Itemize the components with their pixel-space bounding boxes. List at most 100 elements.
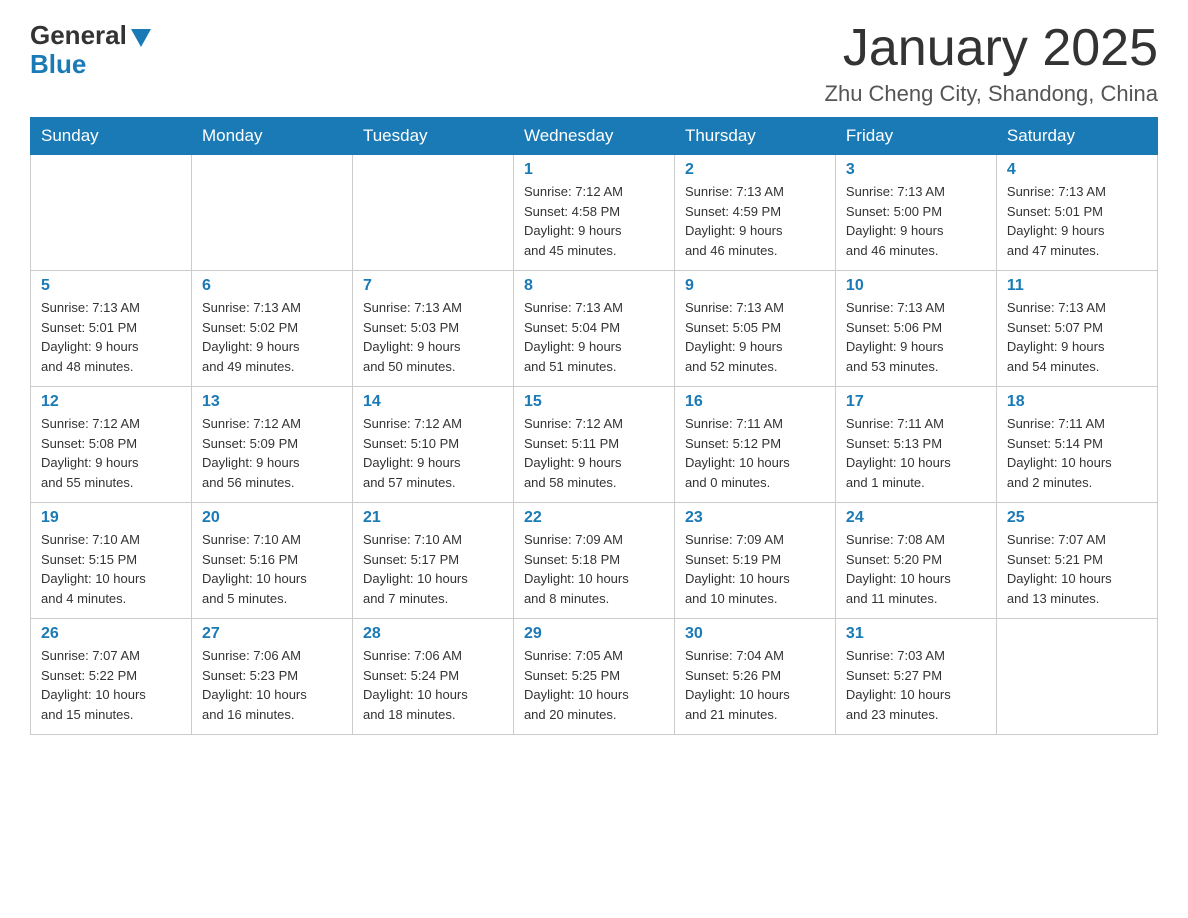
calendar-cell: 30 Sunrise: 7:04 AM Sunset: 5:26 PM Dayli… <box>674 619 835 735</box>
day-info: Sunrise: 7:10 AM Sunset: 5:15 PM Dayligh… <box>41 530 181 608</box>
weekday-header-tuesday: Tuesday <box>352 118 513 155</box>
calendar-table: SundayMondayTuesdayWednesdayThursdayFrid… <box>30 117 1158 735</box>
calendar-cell <box>31 155 192 271</box>
weekday-header-saturday: Saturday <box>996 118 1157 155</box>
day-info: Sunrise: 7:13 AM Sunset: 5:07 PM Dayligh… <box>1007 298 1147 376</box>
day-number: 8 <box>524 277 664 295</box>
day-info: Sunrise: 7:12 AM Sunset: 5:10 PM Dayligh… <box>363 414 503 492</box>
calendar-cell: 24Sunrise: 7:08 AM Sunset: 5:20 PM Dayli… <box>835 503 996 619</box>
day-info: Sunrise: 7:13 AM Sunset: 5:03 PM Dayligh… <box>363 298 503 376</box>
logo-arrow-icon <box>131 29 151 47</box>
day-number: 24 <box>846 509 986 527</box>
day-number: 30 <box>685 625 825 643</box>
day-number: 12 <box>41 393 181 411</box>
day-number: 5 <box>41 277 181 295</box>
day-number: 6 <box>202 277 342 295</box>
day-info: Sunrise: 7:12 AM Sunset: 5:11 PM Dayligh… <box>524 414 664 492</box>
day-info: Sunrise: 7:13 AM Sunset: 5:06 PM Dayligh… <box>846 298 986 376</box>
day-number: 29 <box>524 625 664 643</box>
day-info: Sunrise: 7:11 AM Sunset: 5:12 PM Dayligh… <box>685 414 825 492</box>
day-number: 9 <box>685 277 825 295</box>
day-number: 10 <box>846 277 986 295</box>
day-info: Sunrise: 7:06 AM Sunset: 5:23 PM Dayligh… <box>202 646 342 724</box>
day-number: 28 <box>363 625 503 643</box>
day-info: Sunrise: 7:13 AM Sunset: 5:01 PM Dayligh… <box>1007 182 1147 260</box>
location-title: Zhu Cheng City, Shandong, China <box>825 81 1158 107</box>
day-number: 27 <box>202 625 342 643</box>
day-number: 25 <box>1007 509 1147 527</box>
calendar-cell <box>352 155 513 271</box>
logo-blue-text: Blue <box>30 49 86 80</box>
day-info: Sunrise: 7:05 AM Sunset: 5:25 PM Dayligh… <box>524 646 664 724</box>
calendar-cell: 2 Sunrise: 7:13 AM Sunset: 4:59 PM Daylig… <box>674 155 835 271</box>
page-header: General Blue January 2025 Zhu Cheng City… <box>30 20 1158 107</box>
month-title: January 2025 <box>825 20 1158 77</box>
calendar-cell: 29 Sunrise: 7:05 AM Sunset: 5:25 PM Dayli… <box>513 619 674 735</box>
day-number: 1 <box>524 161 664 179</box>
weekday-header-thursday: Thursday <box>674 118 835 155</box>
weekday-header-sunday: Sunday <box>31 118 192 155</box>
calendar-cell: 27 Sunrise: 7:06 AM Sunset: 5:23 PM Dayli… <box>191 619 352 735</box>
day-info: Sunrise: 7:11 AM Sunset: 5:13 PM Dayligh… <box>846 414 986 492</box>
weekday-header-wednesday: Wednesday <box>513 118 674 155</box>
day-number: 14 <box>363 393 503 411</box>
calendar-cell <box>191 155 352 271</box>
calendar-cell: 3 Sunrise: 7:13 AM Sunset: 5:00 PM Daylig… <box>835 155 996 271</box>
day-info: Sunrise: 7:07 AM Sunset: 5:22 PM Dayligh… <box>41 646 181 724</box>
day-info: Sunrise: 7:13 AM Sunset: 4:59 PM Dayligh… <box>685 182 825 260</box>
calendar-cell: 9 Sunrise: 7:13 AM Sunset: 5:05 PM Daylig… <box>674 271 835 387</box>
day-info: Sunrise: 7:10 AM Sunset: 5:17 PM Dayligh… <box>363 530 503 608</box>
calendar-cell: 20Sunrise: 7:10 AM Sunset: 5:16 PM Dayli… <box>191 503 352 619</box>
day-info: Sunrise: 7:13 AM Sunset: 5:01 PM Dayligh… <box>41 298 181 376</box>
calendar-cell: 8 Sunrise: 7:13 AM Sunset: 5:04 PM Daylig… <box>513 271 674 387</box>
calendar-week-4: 19 Sunrise: 7:10 AM Sunset: 5:15 PM Dayli… <box>31 503 1158 619</box>
logo: General Blue <box>30 20 151 80</box>
day-number: 7 <box>363 277 503 295</box>
day-number: 2 <box>685 161 825 179</box>
day-info: Sunrise: 7:09 AM Sunset: 5:19 PM Dayligh… <box>685 530 825 608</box>
day-info: Sunrise: 7:03 AM Sunset: 5:27 PM Dayligh… <box>846 646 986 724</box>
logo-general-text: General <box>30 20 127 51</box>
calendar-cell: 13 Sunrise: 7:12 AM Sunset: 5:09 PM Dayli… <box>191 387 352 503</box>
day-number: 18 <box>1007 393 1147 411</box>
day-info: Sunrise: 7:12 AM Sunset: 5:09 PM Dayligh… <box>202 414 342 492</box>
calendar-week-3: 12 Sunrise: 7:12 AM Sunset: 5:08 PM Dayli… <box>31 387 1158 503</box>
day-info: Sunrise: 7:06 AM Sunset: 5:24 PM Dayligh… <box>363 646 503 724</box>
calendar-cell: 7 Sunrise: 7:13 AM Sunset: 5:03 PM Daylig… <box>352 271 513 387</box>
day-info: Sunrise: 7:13 AM Sunset: 5:05 PM Dayligh… <box>685 298 825 376</box>
calendar-cell: 6Sunrise: 7:13 AM Sunset: 5:02 PM Daylig… <box>191 271 352 387</box>
day-info: Sunrise: 7:12 AM Sunset: 4:58 PM Dayligh… <box>524 182 664 260</box>
calendar-cell: 19 Sunrise: 7:10 AM Sunset: 5:15 PM Dayli… <box>31 503 192 619</box>
calendar-week-1: 1 Sunrise: 7:12 AM Sunset: 4:58 PM Daylig… <box>31 155 1158 271</box>
day-number: 31 <box>846 625 986 643</box>
calendar-cell: 28 Sunrise: 7:06 AM Sunset: 5:24 PM Dayli… <box>352 619 513 735</box>
calendar-cell: 5 Sunrise: 7:13 AM Sunset: 5:01 PM Daylig… <box>31 271 192 387</box>
day-number: 13 <box>202 393 342 411</box>
calendar-cell: 26 Sunrise: 7:07 AM Sunset: 5:22 PM Dayli… <box>31 619 192 735</box>
day-number: 17 <box>846 393 986 411</box>
calendar-cell: 17 Sunrise: 7:11 AM Sunset: 5:13 PM Dayli… <box>835 387 996 503</box>
day-number: 3 <box>846 161 986 179</box>
title-section: January 2025 Zhu Cheng City, Shandong, C… <box>825 20 1158 107</box>
calendar-cell: 25Sunrise: 7:07 AM Sunset: 5:21 PM Dayli… <box>996 503 1157 619</box>
calendar-cell: 21 Sunrise: 7:10 AM Sunset: 5:17 PM Dayli… <box>352 503 513 619</box>
calendar-week-2: 5 Sunrise: 7:13 AM Sunset: 5:01 PM Daylig… <box>31 271 1158 387</box>
day-number: 19 <box>41 509 181 527</box>
day-number: 4 <box>1007 161 1147 179</box>
day-info: Sunrise: 7:12 AM Sunset: 5:08 PM Dayligh… <box>41 414 181 492</box>
calendar-cell: 4 Sunrise: 7:13 AM Sunset: 5:01 PM Daylig… <box>996 155 1157 271</box>
calendar-cell: 10 Sunrise: 7:13 AM Sunset: 5:06 PM Dayli… <box>835 271 996 387</box>
calendar-cell: 23Sunrise: 7:09 AM Sunset: 5:19 PM Dayli… <box>674 503 835 619</box>
calendar-cell: 18Sunrise: 7:11 AM Sunset: 5:14 PM Dayli… <box>996 387 1157 503</box>
calendar-cell: 11Sunrise: 7:13 AM Sunset: 5:07 PM Dayli… <box>996 271 1157 387</box>
calendar-cell: 16Sunrise: 7:11 AM Sunset: 5:12 PM Dayli… <box>674 387 835 503</box>
day-number: 26 <box>41 625 181 643</box>
day-info: Sunrise: 7:13 AM Sunset: 5:00 PM Dayligh… <box>846 182 986 260</box>
calendar-header-row: SundayMondayTuesdayWednesdayThursdayFrid… <box>31 118 1158 155</box>
day-number: 21 <box>363 509 503 527</box>
day-info: Sunrise: 7:04 AM Sunset: 5:26 PM Dayligh… <box>685 646 825 724</box>
calendar-cell: 1 Sunrise: 7:12 AM Sunset: 4:58 PM Daylig… <box>513 155 674 271</box>
day-number: 22 <box>524 509 664 527</box>
day-info: Sunrise: 7:13 AM Sunset: 5:04 PM Dayligh… <box>524 298 664 376</box>
calendar-cell: 15Sunrise: 7:12 AM Sunset: 5:11 PM Dayli… <box>513 387 674 503</box>
